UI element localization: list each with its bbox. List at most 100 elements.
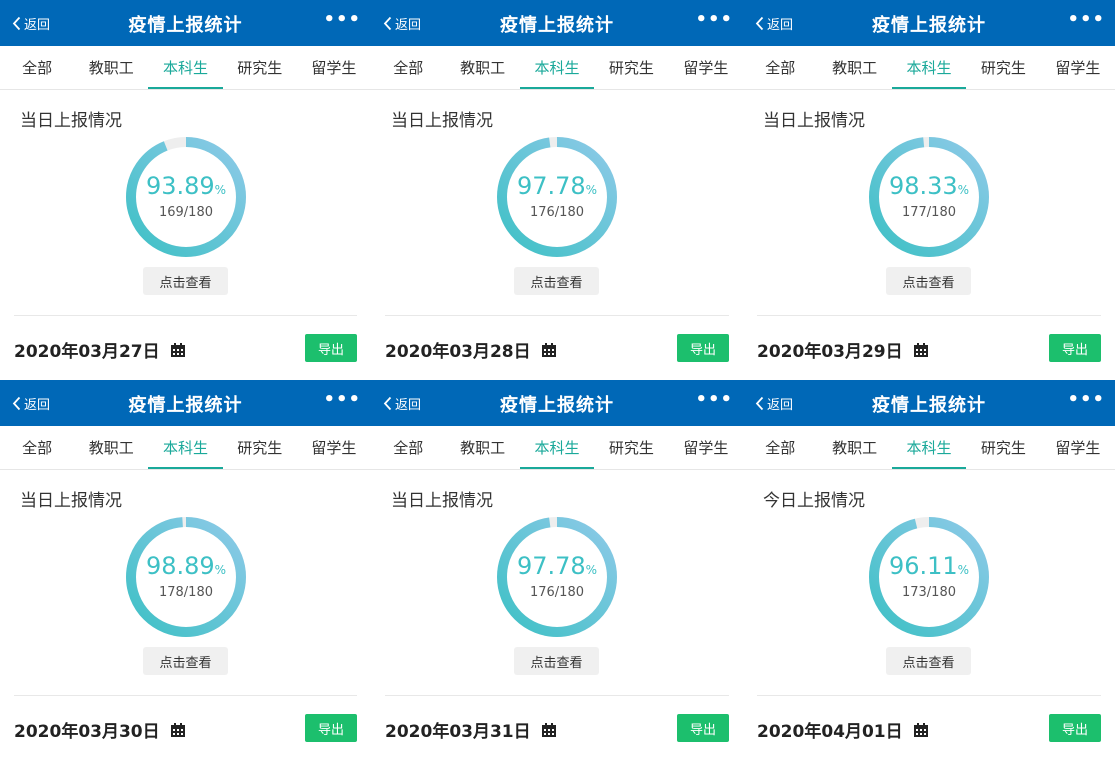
category-tabs: 全部 教职工 本科生 研究生 留学生 [0, 46, 371, 90]
tab-graduate[interactable]: 研究生 [966, 426, 1040, 469]
category-tabs: 全部 教职工 本科生 研究生 留学生 [743, 46, 1115, 90]
date-picker[interactable]: 2020年03月31日 [385, 717, 557, 742]
calendar-icon[interactable] [541, 722, 557, 738]
more-icon[interactable]: ••• [323, 9, 361, 30]
section-title: 当日上报情况 [391, 111, 493, 131]
report-fraction: 178/180 [158, 585, 213, 600]
divider [385, 695, 729, 696]
tab-international[interactable]: 留学生 [1041, 46, 1115, 89]
progress-ring: 97.78% 176/180 [495, 515, 619, 639]
tab-staff[interactable]: 教职工 [445, 46, 519, 89]
view-details-button[interactable]: 点击查看 [514, 267, 599, 295]
date-picker[interactable]: 2020年03月27日 [14, 337, 186, 362]
tab-staff[interactable]: 教职工 [445, 426, 519, 469]
view-details-button[interactable]: 点击查看 [143, 647, 228, 675]
report-panel: 返回 疫情上报统计 ••• 全部 教职工 本科生 研究生 留学生 当日上报情况 [371, 380, 743, 759]
tab-graduate[interactable]: 研究生 [223, 46, 297, 89]
tab-undergraduate[interactable]: 本科生 [891, 426, 967, 469]
tab-undergraduate[interactable]: 本科生 [519, 426, 595, 469]
calendar-icon[interactable] [170, 722, 186, 738]
percent-symbol: % [214, 563, 227, 577]
tab-staff[interactable]: 教职工 [74, 46, 148, 89]
report-fraction: 169/180 [158, 205, 213, 220]
export-button[interactable]: 导出 [677, 714, 729, 742]
tab-international[interactable]: 留学生 [1041, 426, 1115, 469]
tab-all[interactable]: 全部 [0, 46, 74, 89]
page-title: 疫情上报统计 [128, 395, 243, 416]
tab-undergraduate[interactable]: 本科生 [148, 426, 223, 469]
tab-all[interactable]: 全部 [743, 426, 817, 469]
progress-ring: 97.78% 176/180 [495, 135, 619, 259]
calendar-icon[interactable] [913, 342, 929, 358]
export-button[interactable]: 导出 [1049, 334, 1101, 362]
more-icon[interactable]: ••• [1067, 389, 1105, 410]
percent-symbol: % [585, 563, 598, 577]
report-panel: 返回 疫情上报统计 ••• 全部 教职工 本科生 研究生 留学生 当日上报情况 [0, 0, 371, 380]
tab-graduate[interactable]: 研究生 [594, 426, 668, 469]
calendar-icon[interactable] [170, 342, 186, 358]
progress-ring: 96.11% 173/180 [867, 515, 991, 639]
section-title: 当日上报情况 [20, 491, 122, 511]
divider [14, 695, 357, 696]
tab-graduate[interactable]: 研究生 [594, 46, 668, 89]
report-panel: 返回 疫情上报统计 ••• 全部 教职工 本科生 研究生 留学生 今日上报情况 [743, 380, 1115, 759]
percent-symbol: % [957, 563, 970, 577]
calendar-icon[interactable] [541, 342, 557, 358]
report-fraction: 176/180 [529, 585, 584, 600]
date-picker[interactable]: 2020年04月01日 [757, 717, 929, 742]
app-header: 返回 疫情上报统计 ••• [371, 0, 743, 46]
section-title: 当日上报情况 [763, 111, 865, 131]
tab-international[interactable]: 留学生 [297, 426, 371, 469]
tab-graduate[interactable]: 研究生 [966, 46, 1040, 89]
tab-staff[interactable]: 教职工 [817, 46, 891, 89]
report-fraction: 173/180 [901, 585, 956, 600]
view-details-button[interactable]: 点击查看 [514, 647, 599, 675]
more-icon[interactable]: ••• [695, 9, 733, 30]
export-button[interactable]: 导出 [677, 334, 729, 362]
divider [757, 695, 1101, 696]
date-picker[interactable]: 2020年03月29日 [757, 337, 929, 362]
tab-international[interactable]: 留学生 [669, 46, 743, 89]
report-date: 2020年03月29日 [757, 342, 903, 362]
section-title: 当日上报情况 [391, 491, 493, 511]
more-icon[interactable]: ••• [1067, 9, 1105, 30]
progress-ring-label: 98.89% 178/180 [124, 553, 248, 600]
more-icon[interactable]: ••• [323, 389, 361, 410]
tab-all[interactable]: 全部 [371, 46, 445, 89]
calendar-icon[interactable] [913, 722, 929, 738]
view-details-button[interactable]: 点击查看 [886, 647, 971, 675]
category-tabs: 全部 教职工 本科生 研究生 留学生 [371, 426, 743, 470]
tab-staff[interactable]: 教职工 [817, 426, 891, 469]
report-panel: 返回 疫情上报统计 ••• 全部 教职工 本科生 研究生 留学生 当日上报情况 [371, 0, 743, 380]
category-tabs: 全部 教职工 本科生 研究生 留学生 [743, 426, 1115, 470]
view-details-button[interactable]: 点击查看 [143, 267, 228, 295]
tab-all[interactable]: 全部 [371, 426, 445, 469]
tab-undergraduate[interactable]: 本科生 [891, 46, 967, 89]
app-header: 返回 疫情上报统计 ••• [371, 380, 743, 426]
report-date: 2020年04月01日 [757, 722, 903, 742]
export-button[interactable]: 导出 [305, 714, 357, 742]
progress-ring: 98.33% 177/180 [867, 135, 991, 259]
tab-undergraduate[interactable]: 本科生 [148, 46, 223, 89]
date-picker[interactable]: 2020年03月28日 [385, 337, 557, 362]
tab-staff[interactable]: 教职工 [74, 426, 148, 469]
tab-undergraduate[interactable]: 本科生 [519, 46, 595, 89]
report-date: 2020年03月28日 [385, 342, 531, 362]
export-button[interactable]: 导出 [1049, 714, 1101, 742]
progress-ring: 98.89% 178/180 [124, 515, 248, 639]
percent-value: 97.78 [516, 552, 586, 580]
tab-all[interactable]: 全部 [743, 46, 817, 89]
page-title: 疫情上报统计 [872, 395, 986, 416]
date-picker[interactable]: 2020年03月30日 [14, 717, 186, 742]
more-icon[interactable]: ••• [695, 389, 733, 410]
app-header: 返回 疫情上报统计 ••• [743, 0, 1115, 46]
page-title: 疫情上报统计 [872, 15, 986, 36]
progress-ring-label: 96.11% 173/180 [867, 553, 991, 600]
report-panel: 返回 疫情上报统计 ••• 全部 教职工 本科生 研究生 留学生 当日上报情况 [743, 0, 1115, 380]
tab-international[interactable]: 留学生 [297, 46, 371, 89]
export-button[interactable]: 导出 [305, 334, 357, 362]
tab-graduate[interactable]: 研究生 [223, 426, 297, 469]
tab-all[interactable]: 全部 [0, 426, 74, 469]
view-details-button[interactable]: 点击查看 [886, 267, 971, 295]
tab-international[interactable]: 留学生 [669, 426, 743, 469]
